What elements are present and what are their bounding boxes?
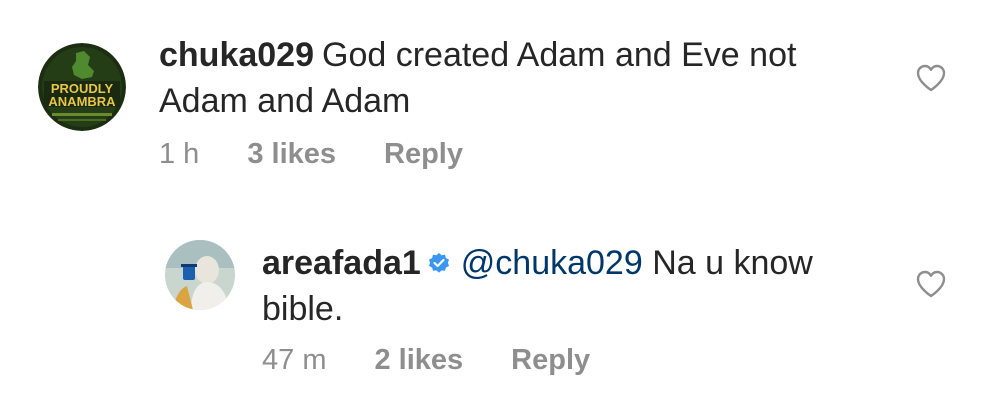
verified-badge-icon <box>427 252 451 276</box>
avatar[interactable]: PROUDLY ANAMBRA <box>38 43 126 131</box>
avatar-image: PROUDLY ANAMBRA <box>38 43 126 131</box>
comment-likes-count[interactable]: 2 likes <box>374 344 463 377</box>
comment-text: Na u know <box>652 244 813 282</box>
heart-outline-icon[interactable] <box>916 64 946 92</box>
heart-outline-icon[interactable] <box>916 270 946 298</box>
comment-text-line2: bible. <box>262 290 344 328</box>
comment-body: chuka029 God created Adam and Eve not Ada… <box>159 32 879 124</box>
avatar-image <box>165 240 235 310</box>
comment-timestamp: 1 h <box>159 138 200 170</box>
reply-button[interactable]: Reply <box>511 344 590 377</box>
comment-likes-count[interactable]: 3 likes <box>247 138 336 171</box>
comment-text: God created Adam and Eve not <box>322 36 797 74</box>
comment-meta: 1 h 3 likes Reply <box>159 138 463 171</box>
avatar-text-line2: ANAMBRA <box>48 94 116 109</box>
comment-body: areafada1 @chuka029 Na u know bible. <box>262 240 902 332</box>
comment-username[interactable]: chuka029 <box>159 36 314 74</box>
avatar[interactable] <box>165 240 235 310</box>
comment-timestamp: 47 m <box>262 344 327 376</box>
comment-meta: 47 m 2 likes Reply <box>262 344 590 377</box>
comment-text-line2: Adam and Adam <box>159 82 411 120</box>
comment-username[interactable]: areafada1 <box>262 244 421 282</box>
reply-button[interactable]: Reply <box>384 138 463 171</box>
mention-link[interactable]: @chuka029 <box>461 244 643 282</box>
